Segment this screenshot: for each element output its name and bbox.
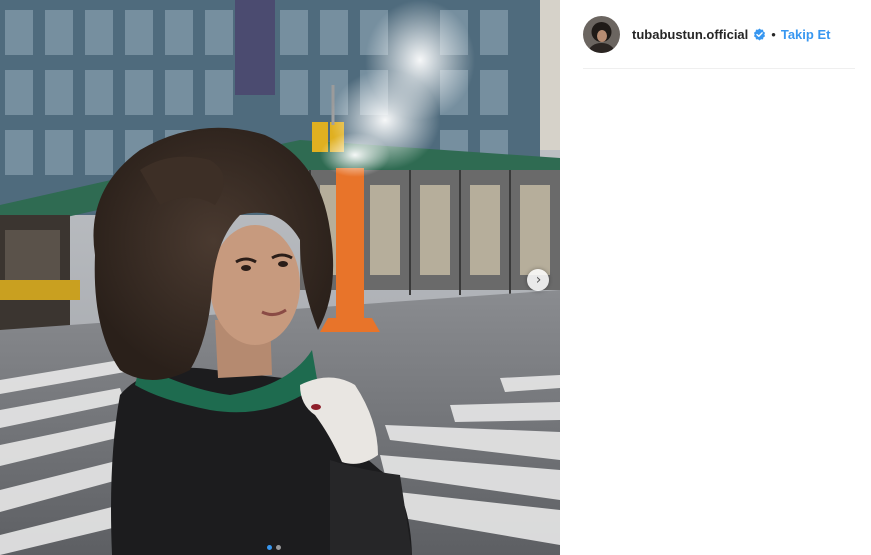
post-photo[interactable]: › [0,0,560,555]
carousel-dot-1 [267,545,272,550]
follow-button[interactable]: Takip Et [781,27,831,42]
street-portrait-image [0,0,560,555]
username-link[interactable]: tubabustun.official [632,27,748,42]
verified-badge-icon [754,28,766,40]
post-side-panel: tubabustun.official • Takip Et [560,0,871,555]
carousel-indicator [267,545,281,550]
carousel-next-button[interactable]: › [527,269,549,291]
instagram-post: › tubabustun.official • Takip Et [0,0,871,555]
post-header: tubabustun.official • Takip Et [583,0,855,69]
carousel-dot-2 [276,545,281,550]
chevron-right-icon: › [535,271,542,288]
avatar[interactable] [583,15,620,53]
header-separator: • [771,26,776,42]
